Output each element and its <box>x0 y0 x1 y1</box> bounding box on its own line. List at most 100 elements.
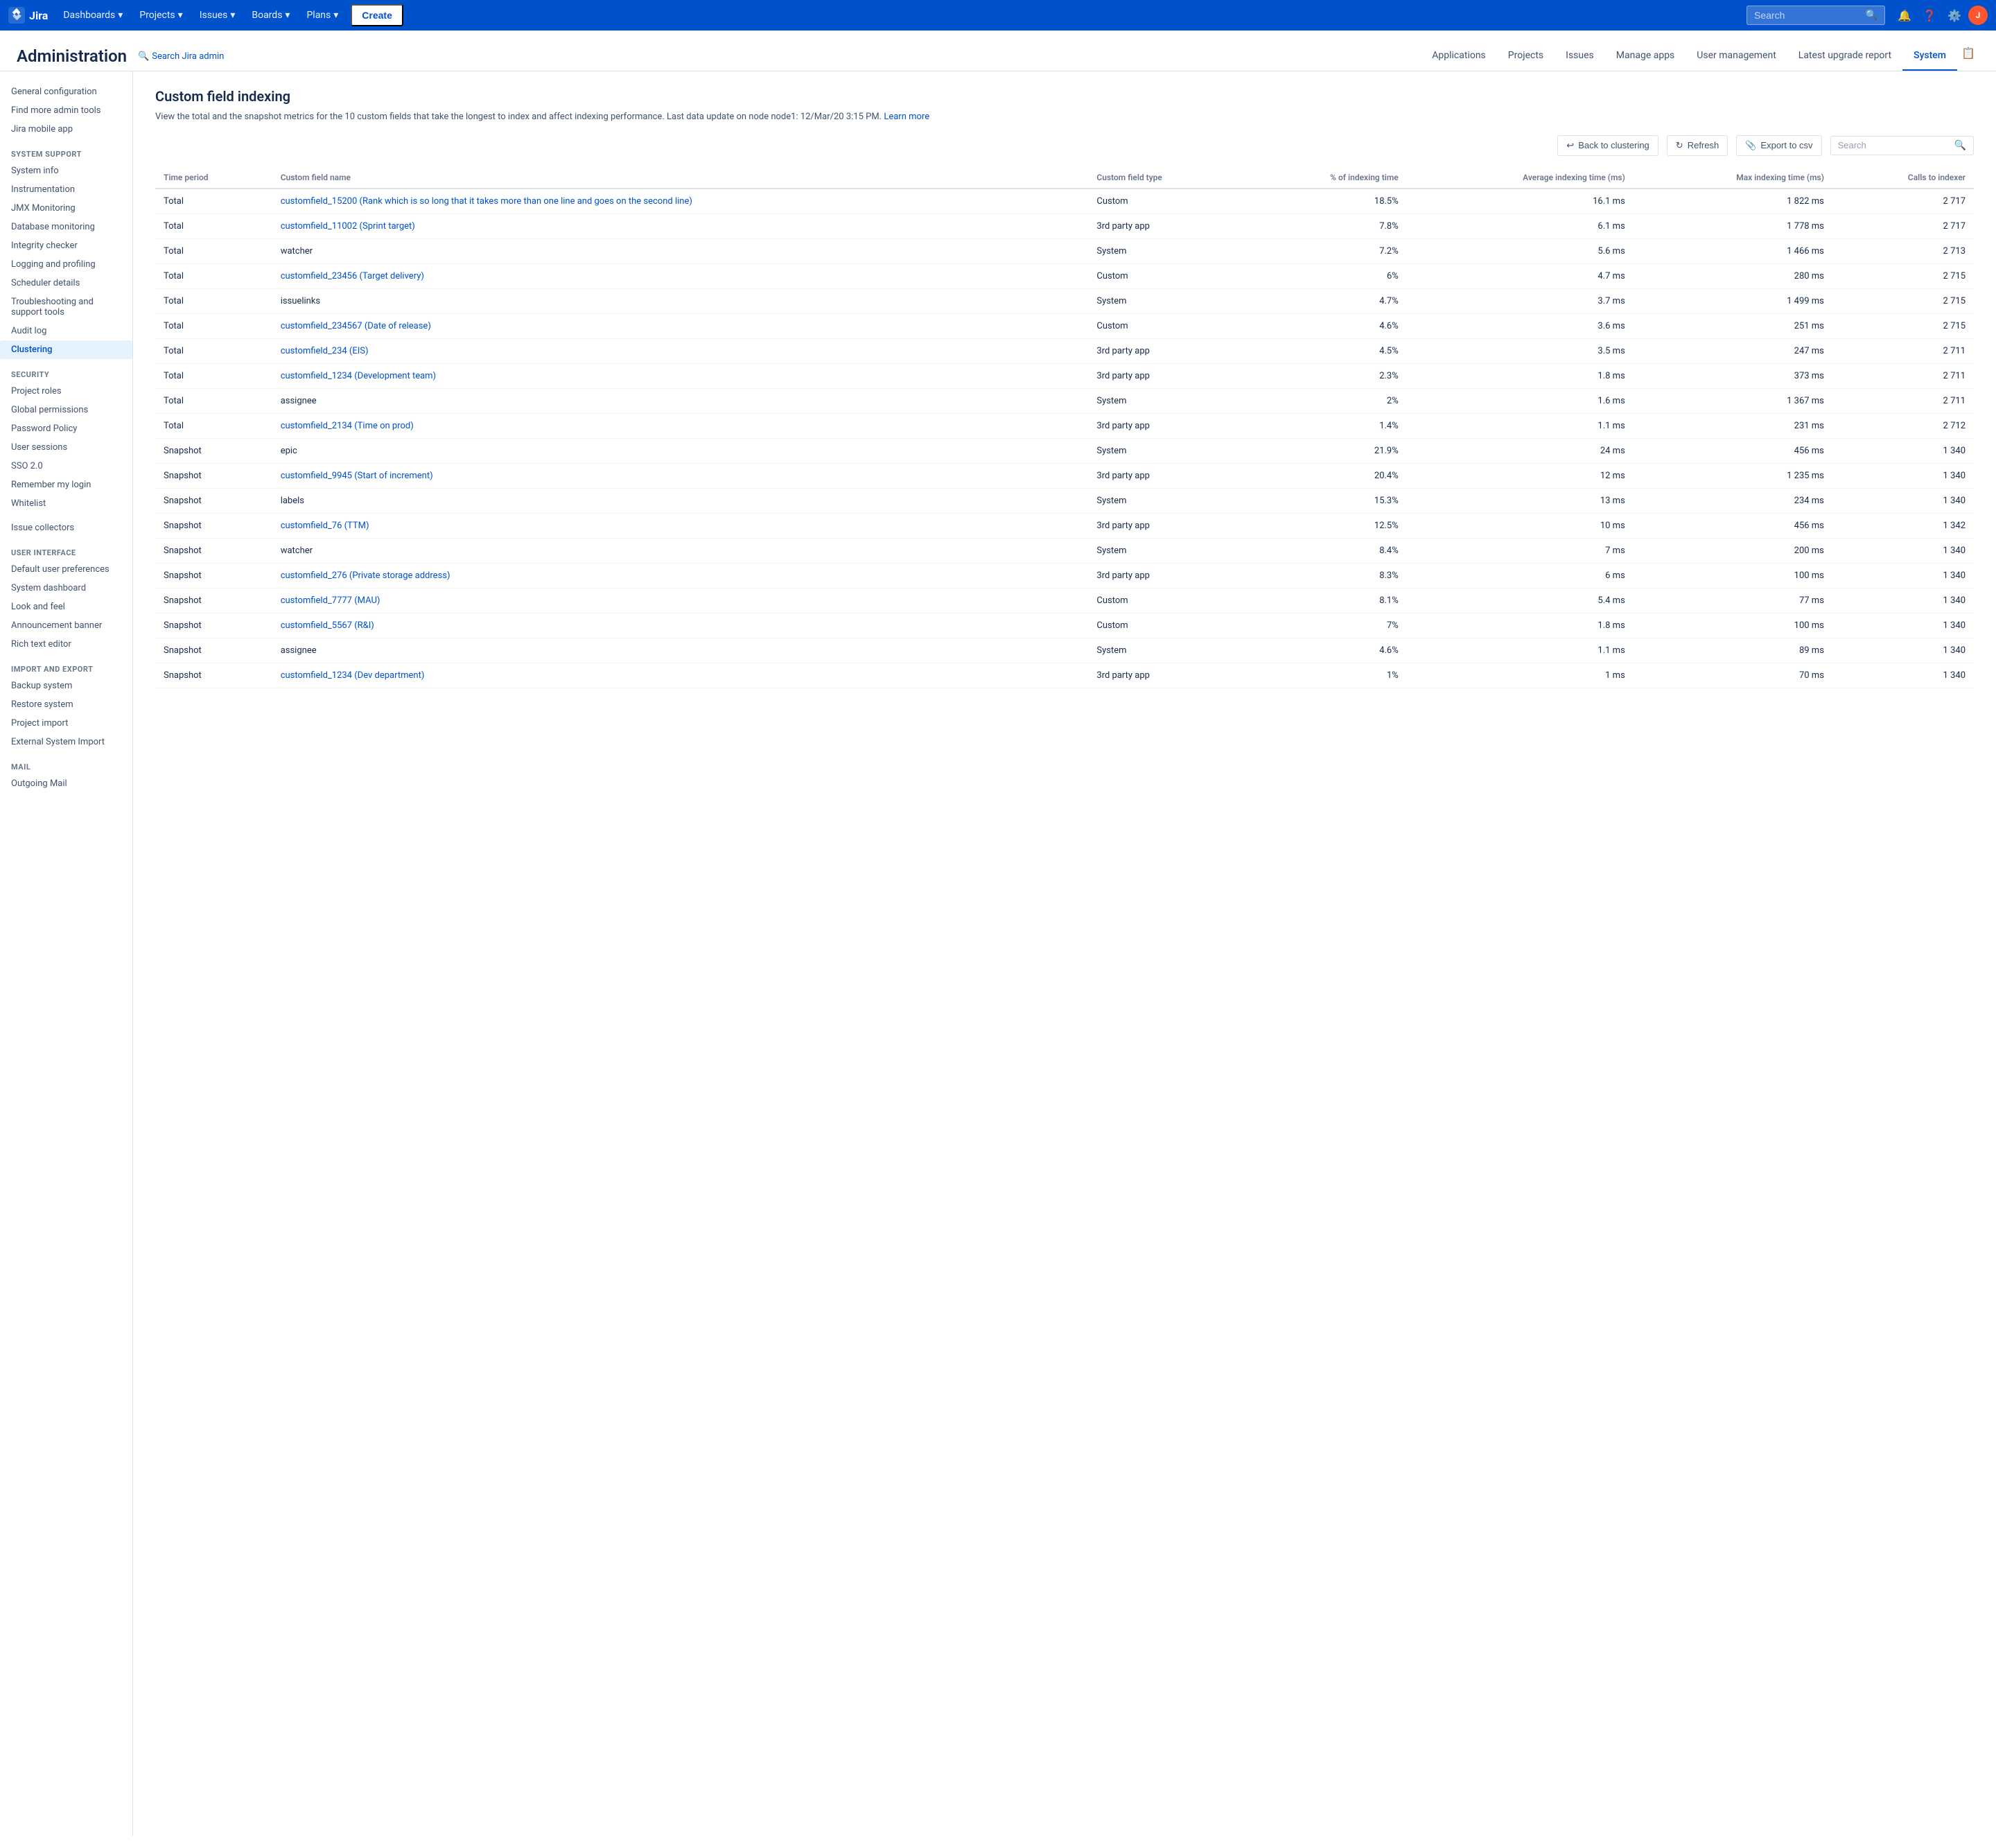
tab-applications[interactable]: Applications <box>1421 42 1497 71</box>
field-name-link[interactable]: customfield_276 (Private storage address… <box>281 570 450 581</box>
cell-calls: 2 713 <box>1832 238 1974 263</box>
export-csv-button[interactable]: 📎 Export to csv <box>1736 135 1821 156</box>
sidebar-item-mobile-app[interactable]: Jira mobile app <box>0 120 132 139</box>
cell-field-type: 3rd party app <box>1088 513 1245 538</box>
col-max-indexing: Max indexing time (ms) <box>1634 167 1832 189</box>
cell-field-name: customfield_7777 (MAU) <box>272 588 1089 613</box>
cell-time-period: Snapshot <box>155 513 272 538</box>
cell-time-period: Snapshot <box>155 613 272 638</box>
sidebar-item-restore[interactable]: Restore system <box>0 695 132 714</box>
cell-avg: 13 ms <box>1407 488 1634 513</box>
field-name-link[interactable]: customfield_11002 (Sprint target) <box>281 221 415 232</box>
sidebar-item-database[interactable]: Database monitoring <box>0 218 132 236</box>
tab-user-management[interactable]: User management <box>1686 42 1787 71</box>
table-row: Snapshot labels System 15.3% 13 ms 234 m… <box>155 488 1974 513</box>
projects-nav[interactable]: Projects ▾ <box>132 6 189 25</box>
field-name-link[interactable]: customfield_9945 (Start of increment) <box>281 471 433 481</box>
help-icon[interactable]: ❓ <box>1918 4 1941 26</box>
cell-max: 373 ms <box>1634 363 1832 388</box>
sidebar-item-global-permissions[interactable]: Global permissions <box>0 401 132 419</box>
back-to-clustering-button[interactable]: ↩ Back to clustering <box>1557 135 1658 156</box>
tab-system[interactable]: System <box>1902 42 1957 71</box>
nav-search-box[interactable]: 🔍 <box>1746 6 1885 25</box>
sidebar-item-clustering[interactable]: Clustering <box>0 340 132 359</box>
sidebar-item-backup[interactable]: Backup system <box>0 677 132 695</box>
tab-issues[interactable]: Issues <box>1555 42 1605 71</box>
field-name-link[interactable]: customfield_76 (TTM) <box>281 521 369 531</box>
admin-header-icon[interactable]: 📋 <box>1957 42 1979 64</box>
sidebar-item-instrumentation[interactable]: Instrumentation <box>0 180 132 199</box>
cell-calls: 2 715 <box>1832 313 1974 338</box>
sidebar-item-find-tools[interactable]: Find more admin tools <box>0 101 132 120</box>
field-name-link[interactable]: customfield_234 (EIS) <box>281 346 369 356</box>
sidebar-item-issue-collectors[interactable]: Issue collectors <box>0 518 132 537</box>
field-name-link[interactable]: customfield_5567 (R&I) <box>281 620 374 631</box>
cell-max: 251 ms <box>1634 313 1832 338</box>
create-button[interactable]: Create <box>351 4 403 26</box>
cell-field-type: System <box>1088 388 1245 413</box>
sidebar-item-audit-log[interactable]: Audit log <box>0 322 132 340</box>
sidebar-item-password-policy[interactable]: Password Policy <box>0 419 132 438</box>
sidebar-item-sso[interactable]: SSO 2.0 <box>0 457 132 476</box>
sidebar-item-jmx[interactable]: JMX Monitoring <box>0 199 132 218</box>
tab-upgrade-report[interactable]: Latest upgrade report <box>1787 42 1902 71</box>
sidebar-item-logging[interactable]: Logging and profiling <box>0 255 132 274</box>
cell-avg: 1 ms <box>1407 663 1634 688</box>
sidebar-item-general-config[interactable]: General configuration <box>0 82 132 101</box>
field-name-link[interactable]: customfield_234567 (Date of release) <box>281 321 431 331</box>
cell-avg: 5.6 ms <box>1407 238 1634 263</box>
sidebar-item-user-sessions[interactable]: User sessions <box>0 438 132 457</box>
sidebar-item-system-dashboard[interactable]: System dashboard <box>0 579 132 598</box>
cell-field-name: epic <box>272 438 1089 463</box>
sidebar-item-project-import[interactable]: Project import <box>0 714 132 733</box>
settings-icon[interactable]: ⚙️ <box>1943 4 1966 26</box>
cell-field-type: Custom <box>1088 588 1245 613</box>
sidebar-item-project-roles[interactable]: Project roles <box>0 382 132 401</box>
notifications-icon[interactable]: 🔔 <box>1893 4 1916 26</box>
plans-nav[interactable]: Plans ▾ <box>299 6 345 25</box>
admin-search-link[interactable]: 🔍 Search Jira admin <box>138 51 224 62</box>
layout: General configuration Find more admin to… <box>0 71 1996 1836</box>
field-name-link[interactable]: customfield_2134 (Time on prod) <box>281 421 414 431</box>
nav-search-input[interactable] <box>1754 10 1860 21</box>
sidebar-item-remember-login[interactable]: Remember my login <box>0 476 132 494</box>
app-logo[interactable]: Jira <box>8 7 48 24</box>
sidebar-item-system-info[interactable]: System info <box>0 162 132 180</box>
boards-nav[interactable]: Boards ▾ <box>245 6 297 25</box>
sidebar-item-external-import[interactable]: External System Import <box>0 733 132 751</box>
table-row: Snapshot watcher System 8.4% 7 ms 200 ms… <box>155 538 1974 563</box>
cell-pct: 7% <box>1245 613 1407 638</box>
cell-avg: 24 ms <box>1407 438 1634 463</box>
learn-more-link[interactable]: Learn more <box>884 112 929 122</box>
issues-nav[interactable]: Issues ▾ <box>193 6 243 25</box>
sidebar-item-outgoing-mail[interactable]: Outgoing Mail <box>0 774 132 793</box>
sidebar-item-troubleshooting[interactable]: Troubleshooting and support tools <box>0 293 132 322</box>
table-row: Total customfield_2134 (Time on prod) 3r… <box>155 413 1974 438</box>
col-field-name: Custom field name <box>272 167 1089 189</box>
cell-field-name: customfield_9945 (Start of increment) <box>272 463 1089 488</box>
tab-manage-apps[interactable]: Manage apps <box>1605 42 1686 71</box>
sidebar-item-rich-text[interactable]: Rich text editor <box>0 635 132 654</box>
field-name: assignee <box>281 396 317 406</box>
field-name-link[interactable]: customfield_7777 (MAU) <box>281 595 380 606</box>
sidebar-item-integrity[interactable]: Integrity checker <box>0 236 132 255</box>
dashboards-nav[interactable]: Dashboards ▾ <box>56 6 130 25</box>
sidebar-item-announcement[interactable]: Announcement banner <box>0 616 132 635</box>
sidebar-item-look-feel[interactable]: Look and feel <box>0 598 132 616</box>
table-search-box[interactable]: 🔍 <box>1830 136 1974 155</box>
sidebar-item-scheduler[interactable]: Scheduler details <box>0 274 132 293</box>
avatar[interactable]: J <box>1968 6 1988 25</box>
field-name-link[interactable]: customfield_15200 (Rank which is so long… <box>281 196 692 207</box>
cell-avg: 6.1 ms <box>1407 213 1634 238</box>
refresh-button[interactable]: ↻ Refresh <box>1667 135 1728 156</box>
sidebar-item-user-prefs[interactable]: Default user preferences <box>0 560 132 579</box>
cell-avg: 3.6 ms <box>1407 313 1634 338</box>
cell-time-period: Snapshot <box>155 663 272 688</box>
cell-max: 456 ms <box>1634 438 1832 463</box>
field-name-link[interactable]: customfield_23456 (Target delivery) <box>281 271 424 281</box>
field-name-link[interactable]: customfield_1234 (Development team) <box>281 371 436 381</box>
field-name-link[interactable]: customfield_1234 (Dev department) <box>281 670 425 681</box>
tab-projects[interactable]: Projects <box>1497 42 1555 71</box>
sidebar-item-whitelist[interactable]: Whitelist <box>0 494 132 513</box>
table-search-input[interactable] <box>1838 140 1949 150</box>
